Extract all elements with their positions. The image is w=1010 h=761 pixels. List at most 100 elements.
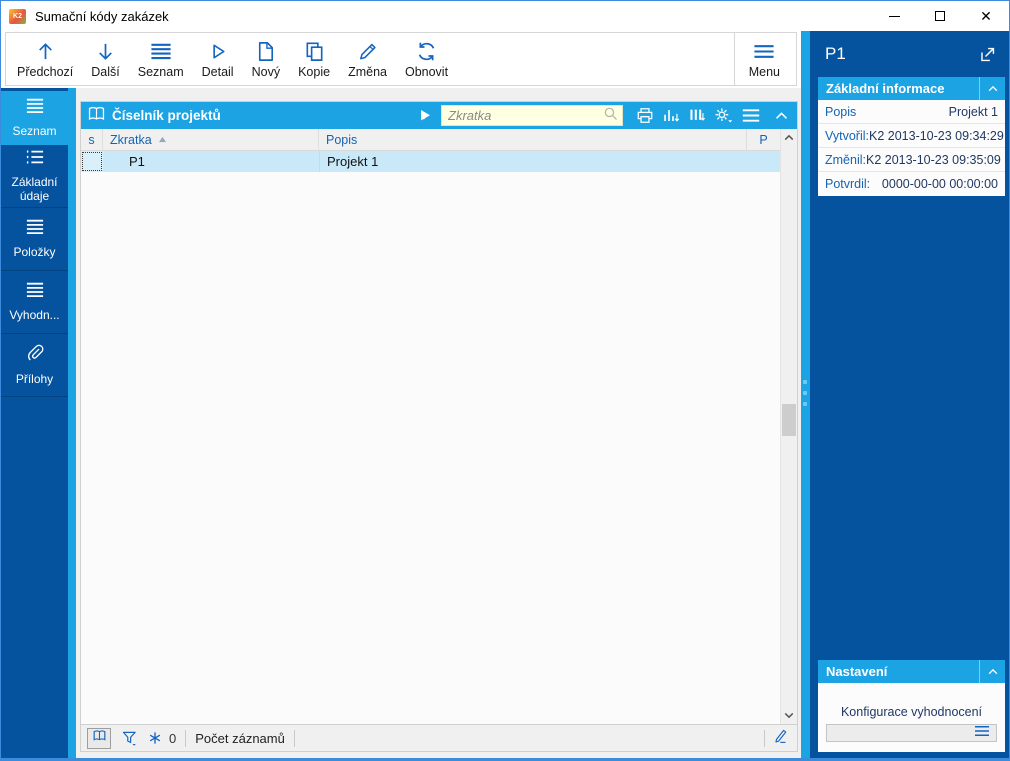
info-value: 0000-00-00 00:00:00 bbox=[881, 177, 998, 191]
section-header[interactable]: Nastavení bbox=[818, 660, 1005, 683]
search-input[interactable] bbox=[448, 108, 602, 123]
close-button[interactable]: ✕ bbox=[963, 1, 1009, 31]
section-title: Základní informace bbox=[826, 81, 945, 96]
copy-icon bbox=[303, 40, 326, 63]
next-label: Další bbox=[91, 65, 120, 79]
list-icon bbox=[24, 281, 46, 304]
grid-search bbox=[441, 105, 623, 126]
play-outline-icon bbox=[206, 40, 229, 63]
change-button[interactable]: Změna bbox=[339, 33, 396, 85]
edit-pencil-icon[interactable] bbox=[770, 727, 789, 750]
print-button[interactable] bbox=[635, 106, 655, 125]
sidebar-item-vyhodnoceni[interactable]: Vyhodn... bbox=[1, 271, 68, 334]
grid-next-button[interactable] bbox=[418, 108, 434, 124]
minimize-button[interactable] bbox=[871, 1, 917, 31]
sidebar-item-zakladni-udaje[interactable]: Základní údaje bbox=[1, 145, 68, 208]
info-label: Popis bbox=[825, 104, 857, 119]
chart-button[interactable] bbox=[661, 106, 681, 125]
collapse-grid-button[interactable] bbox=[773, 108, 790, 123]
filter-count: 0 bbox=[169, 730, 177, 746]
grid-header-bar: Číselník projektů bbox=[81, 102, 797, 129]
table-row[interactable]: P1 Projekt 1 bbox=[81, 151, 780, 172]
detail-panel-header: P1 bbox=[810, 31, 1009, 77]
row-selector-cell[interactable] bbox=[81, 151, 103, 172]
separator bbox=[764, 729, 765, 747]
document-icon bbox=[254, 40, 277, 63]
change-label: Změna bbox=[348, 65, 387, 79]
sidebar-item-prilohy[interactable]: Přílohy bbox=[1, 334, 68, 397]
next-button[interactable]: Další bbox=[82, 33, 128, 85]
detail-list-icon bbox=[24, 148, 46, 171]
filter-icon[interactable] bbox=[120, 729, 139, 747]
menu-icon bbox=[751, 40, 777, 63]
scroll-down-button[interactable] bbox=[781, 707, 797, 724]
book-icon bbox=[92, 729, 107, 747]
sidebar-item-label: Položky bbox=[13, 245, 56, 260]
sidebar-item-seznam[interactable]: Seznam bbox=[1, 91, 68, 145]
refresh-icon bbox=[415, 40, 438, 63]
toolbar-row: Předchozí Další Seznam Detail Nový Kopie… bbox=[1, 31, 801, 88]
chevron-up-icon[interactable] bbox=[979, 660, 1005, 683]
scroll-up-button[interactable] bbox=[781, 129, 797, 146]
close-icon: ✕ bbox=[980, 8, 992, 24]
info-row-popis: Popis Projekt 1 bbox=[818, 100, 1005, 124]
info-row-potvrdil: Potvrdil: 0000-00-00 00:00:00 bbox=[818, 172, 1005, 196]
separator bbox=[185, 729, 187, 747]
paperclip-icon bbox=[25, 343, 45, 368]
book-icon bbox=[87, 105, 106, 127]
asterisk-icon bbox=[147, 730, 163, 746]
sidebar: Seznam Základní údaje Položky Vyhodn... bbox=[1, 88, 68, 758]
sidebar-item-label: Seznam bbox=[12, 123, 57, 138]
arrow-up-icon bbox=[34, 40, 57, 63]
grid-title: Číselník projektů bbox=[112, 108, 221, 123]
copy-button[interactable]: Kopie bbox=[289, 33, 339, 85]
main-area: Číselník projektů Zkratka s Zkratka Popi… bbox=[76, 88, 801, 758]
column-label: Popis bbox=[326, 132, 358, 147]
chevron-up-icon[interactable] bbox=[979, 77, 1005, 100]
config-field-input[interactable] bbox=[826, 724, 997, 742]
column-header-zkratka[interactable]: Zkratka bbox=[103, 129, 319, 150]
maximize-button[interactable] bbox=[917, 1, 963, 31]
info-value: K2 2013-10-23 09:34:29 bbox=[869, 128, 1004, 143]
panel-splitter[interactable] bbox=[801, 31, 810, 758]
section-basic-info: Základní informace Popis Projekt 1 Vytvo… bbox=[818, 77, 1005, 196]
lookup-menu-icon[interactable] bbox=[972, 724, 992, 743]
section-body: Konfigurace vyhodnocení bbox=[818, 683, 1005, 752]
open-in-window-button[interactable] bbox=[978, 45, 997, 64]
table-body-empty bbox=[81, 172, 780, 724]
sidebar-accent-strip bbox=[68, 88, 76, 758]
grid-panel: Číselník projektů Zkratka s Zkratka Popi… bbox=[80, 101, 798, 752]
settings-gear-button[interactable] bbox=[713, 106, 734, 125]
book-view-toggle[interactable] bbox=[87, 727, 111, 749]
section-header[interactable]: Základní informace bbox=[818, 77, 1005, 100]
grid-menu-button[interactable] bbox=[740, 106, 762, 125]
data-table: s Zkratka Popis P P1 Projekt 1 bbox=[81, 129, 780, 724]
sidebar-item-label: Vyhodn... bbox=[9, 308, 60, 323]
menu-label: Menu bbox=[748, 65, 780, 79]
table-header-row: s Zkratka Popis P bbox=[81, 129, 780, 151]
info-row-vytvoril: Vytvořil: K2 2013-10-23 09:34:29 bbox=[818, 124, 1005, 148]
sidebar-item-label: Přílohy bbox=[15, 372, 54, 387]
scrollbar-thumb[interactable] bbox=[782, 404, 796, 437]
scrollbar-track[interactable] bbox=[781, 146, 797, 707]
cell-popis: Projekt 1 bbox=[319, 151, 747, 172]
list-button[interactable]: Seznam bbox=[129, 33, 193, 85]
previous-button[interactable]: Předchozí bbox=[8, 33, 82, 85]
search-icon bbox=[602, 105, 619, 127]
refresh-button[interactable]: Obnovit bbox=[396, 33, 457, 85]
column-label: P bbox=[759, 132, 768, 147]
menu-button[interactable]: Menu bbox=[733, 33, 794, 85]
sidebar-item-polozky[interactable]: Položky bbox=[1, 208, 68, 271]
new-button[interactable]: Nový bbox=[243, 33, 289, 85]
column-label: s bbox=[88, 132, 95, 147]
info-label: Potvrdil: bbox=[825, 177, 871, 191]
column-header-s[interactable]: s bbox=[81, 129, 103, 150]
column-header-p[interactable]: P bbox=[747, 129, 780, 150]
app-logo-icon: K2 bbox=[9, 8, 26, 24]
vertical-scrollbar[interactable] bbox=[780, 129, 797, 724]
columns-button[interactable] bbox=[687, 106, 707, 125]
column-header-popis[interactable]: Popis bbox=[319, 129, 747, 150]
sort-asc-icon bbox=[158, 136, 167, 143]
detail-button[interactable]: Detail bbox=[193, 33, 243, 85]
window-controls: ✕ bbox=[871, 1, 1009, 31]
